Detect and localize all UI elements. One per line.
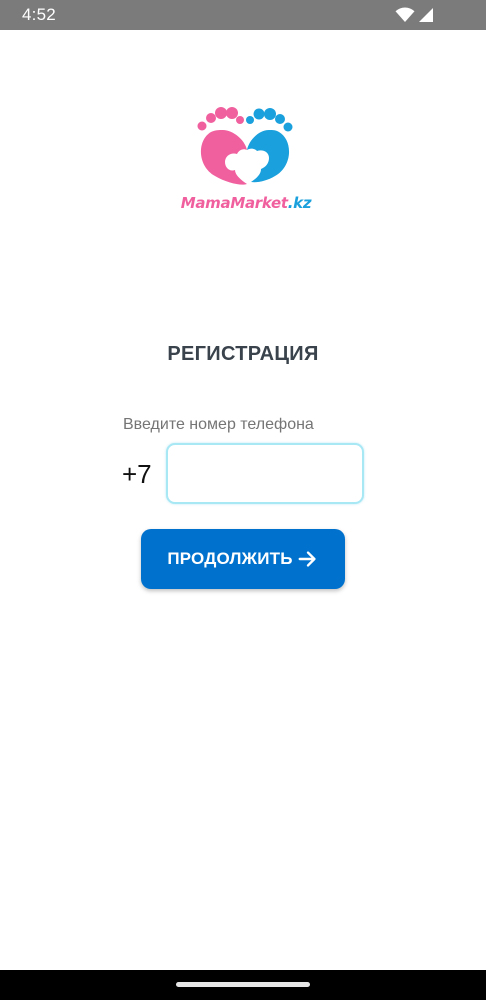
mamamarket-logo: MamaMarket.kz bbox=[175, 104, 315, 216]
continue-label: ПРОДОЛЖИТЬ bbox=[167, 549, 293, 568]
home-indicator[interactable] bbox=[176, 982, 310, 987]
status-time: 4:52 bbox=[22, 5, 56, 24]
continue-button[interactable]: ПРОДОЛЖИТЬ bbox=[141, 529, 345, 589]
phone-label: Введите номер телефона bbox=[123, 416, 314, 433]
baby-feet-heart-icon bbox=[197, 107, 293, 185]
wifi-icon bbox=[395, 7, 415, 23]
arrow-right-icon bbox=[297, 548, 319, 570]
registration-screen: 4:52 MamaMarket.kz РЕГИСТРАЦИЯ Введите н… bbox=[0, 0, 486, 1000]
phone-country-code: +7 bbox=[122, 459, 152, 489]
cellular-signal-icon bbox=[418, 7, 434, 23]
brand-name: MamaMarket bbox=[180, 194, 288, 212]
phone-input[interactable] bbox=[166, 443, 364, 504]
page-title: РЕГИСТРАЦИЯ bbox=[167, 343, 319, 365]
status-bar: 4:52 bbox=[0, 0, 486, 30]
status-icons bbox=[395, 6, 434, 24]
brand-wordmark: MamaMarket.kz bbox=[179, 192, 313, 214]
navigation-bar bbox=[0, 970, 486, 1000]
brand-domain: .kz bbox=[287, 194, 312, 212]
